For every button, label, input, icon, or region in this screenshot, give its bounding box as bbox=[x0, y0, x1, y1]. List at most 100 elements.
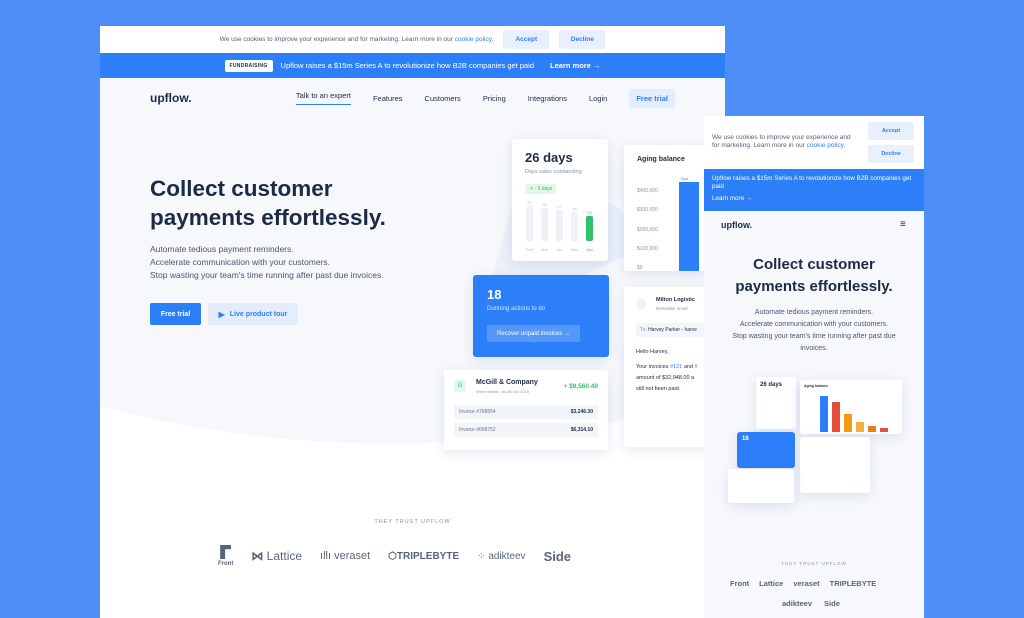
hero-title: Collect customer payments effortlessly. bbox=[150, 176, 386, 230]
veraset-logo: veraset bbox=[793, 579, 820, 588]
dso-change-badge: ↗ - 9 days bbox=[525, 184, 557, 194]
lattice-logo: ⋈ Lattice bbox=[251, 549, 303, 563]
mobile-dso-card: 26 days bbox=[756, 377, 796, 429]
mobile-payment-card bbox=[728, 469, 794, 503]
mobile-aging-card: Aging balance bbox=[800, 380, 902, 434]
mobile-screenshot: We use cookies to improve your experienc… bbox=[704, 116, 924, 618]
triplebyte-logo: ⬡TRIPLEBYTE bbox=[388, 550, 460, 562]
veraset-logo: ıllı veraset bbox=[320, 550, 371, 562]
dso-bar-value: 22 bbox=[587, 210, 592, 215]
aging-due-bar bbox=[679, 182, 699, 271]
trust-section bbox=[100, 456, 725, 618]
mobile-trust-title: THEY TRUST UPFLOW bbox=[781, 561, 847, 566]
dso-bar bbox=[526, 205, 533, 241]
aging-title: Aging balance bbox=[637, 156, 685, 163]
mobile-upflow-logo[interactable]: upflow. bbox=[721, 220, 752, 230]
nav-features[interactable]: Features bbox=[373, 94, 403, 103]
triplebyte-logo: TRIPLEBYTE bbox=[829, 579, 877, 588]
invoice-row: Invoice #768554 $3,246.30 bbox=[454, 405, 598, 419]
hamburger-menu-icon[interactable]: ≡ bbox=[900, 219, 906, 230]
cookie-policy-link[interactable]: cookie policy. bbox=[455, 36, 494, 43]
side-logo: Side bbox=[824, 599, 840, 608]
aging-axis: $400,000 $300,000 $200,000 $100,000 $0 bbox=[637, 188, 658, 272]
recover-invoices-button[interactable]: Recover unpaid invoices → bbox=[487, 325, 580, 342]
cookie-bar: We use cookies to improve your experienc… bbox=[100, 26, 725, 53]
dso-bar bbox=[586, 215, 593, 241]
dso-month-label: May bbox=[571, 247, 579, 252]
dunning-actions-card: 18 Dunning actions to do Recover unpaid … bbox=[473, 275, 609, 357]
nav-free-trial-button[interactable]: Free trial bbox=[629, 88, 675, 108]
fundraising-tag: FUNDRAISING bbox=[224, 59, 273, 72]
adikteev-logo: ⁘ adikteev bbox=[477, 550, 526, 562]
mobile-cookie-policy-link[interactable]: cookie policy. bbox=[807, 142, 846, 149]
dso-bar bbox=[541, 207, 548, 241]
mobile-cookie-bar: We use cookies to improve your experienc… bbox=[704, 116, 859, 169]
veraset-logo-mark: ıllı bbox=[320, 550, 332, 562]
dso-bar-value: 29 bbox=[542, 202, 547, 207]
dso-month-label: Jun bbox=[586, 247, 592, 252]
adikteev-logo: adikteev bbox=[782, 599, 813, 608]
dso-bar-chart: 31 Feb 29 Mar 27 Apr 25 May 22 Jun bbox=[526, 200, 593, 252]
invoice-row: Invoice #698752 $6,314.10 bbox=[454, 423, 598, 437]
dso-month-label: Apr bbox=[556, 247, 563, 252]
trust-title: THEY TRUST UPFLOW bbox=[374, 519, 451, 525]
mobile-actions-card: 18 bbox=[737, 432, 795, 468]
aging-bar-label: Due bbox=[681, 176, 689, 181]
mobile-aging-bar bbox=[820, 396, 828, 432]
mobile-announcement-banner: Upflow raises a $15m Series A to revolut… bbox=[704, 169, 924, 211]
dso-bar-value: 31 bbox=[527, 200, 532, 205]
dso-month-label: Feb bbox=[526, 247, 534, 252]
mobile-email-card bbox=[800, 437, 870, 493]
banner-text: Upflow raises a $15m Series A to revolut… bbox=[280, 61, 535, 70]
dso-bar-value: 27 bbox=[557, 204, 562, 209]
payment-meta: Wire transfer, Jul 28 Oct 2019 bbox=[476, 389, 529, 394]
mobile-logos-row1: Front Lattice veraset TRIPLEBYTE bbox=[730, 579, 876, 588]
decline-button[interactable]: Decline bbox=[559, 30, 606, 49]
dso-card: 26 days Days sales outstanding ↗ - 9 day… bbox=[512, 139, 608, 261]
lattice-logo: Lattice bbox=[759, 579, 784, 588]
nav-talk-to-expert[interactable]: Talk to an expert bbox=[295, 91, 351, 105]
payment-card: G McGill & Company Wire transfer, Jul 28… bbox=[444, 370, 608, 450]
dso-label: Days sales outstanding bbox=[525, 169, 582, 175]
actions-count: 18 bbox=[487, 287, 502, 302]
dso-bar bbox=[556, 210, 563, 241]
mobile-decline-button[interactable]: Decline bbox=[868, 145, 914, 163]
payment-icon: G bbox=[454, 380, 466, 392]
front-logo: Front bbox=[218, 545, 233, 567]
nav-pricing[interactable]: Pricing bbox=[483, 94, 506, 103]
lattice-logo-mark: ⋈ bbox=[251, 549, 264, 563]
front-logo: Front bbox=[730, 579, 750, 588]
mobile-aging-bar bbox=[844, 414, 852, 432]
mobile-logos-row2: adikteev Side bbox=[782, 599, 840, 608]
dso-month-label: Mar bbox=[541, 247, 549, 252]
customer-logos: Front ⋈ Lattice ıllı veraset ⬡TRIPLEBYTE… bbox=[218, 545, 571, 567]
mobile-learn-more-link[interactable]: Learn more → bbox=[712, 195, 916, 203]
hero-subtitle: Automate tedious payment reminders. Acce… bbox=[150, 244, 384, 280]
upflow-logo[interactable]: upflow. bbox=[150, 91, 192, 105]
payment-amount: + $9,560.40 bbox=[563, 383, 598, 390]
mobile-aging-bar bbox=[832, 402, 840, 432]
desktop-screenshot: We use cookies to improve your experienc… bbox=[100, 26, 725, 618]
live-product-tour-button[interactable]: ▶ Live product tour bbox=[208, 303, 298, 325]
accept-button[interactable]: Accept bbox=[503, 30, 550, 49]
free-trial-button[interactable]: Free trial bbox=[150, 303, 201, 325]
learn-more-link[interactable]: Learn more → bbox=[550, 61, 600, 70]
nav-login[interactable]: Login bbox=[589, 94, 607, 103]
triplebyte-logo-mark: ⬡ bbox=[388, 550, 397, 562]
mobile-hero-subtitle: Automate tedious payment reminders. Acce… bbox=[732, 309, 896, 352]
email-body: Hello Harvey, Your invoices #121 and # a… bbox=[636, 349, 698, 392]
mobile-accept-button[interactable]: Accept bbox=[868, 122, 914, 140]
announcement-banner: FUNDRAISING Upflow raises a $15m Series … bbox=[100, 53, 725, 78]
nav-integrations[interactable]: Integrations bbox=[528, 94, 567, 103]
adikteev-logo-mark: ⁘ bbox=[477, 550, 486, 562]
actions-label: Dunning actions to do bbox=[487, 306, 546, 312]
cookie-text: We use cookies to improve your experienc… bbox=[219, 36, 453, 43]
dso-value: 26 days bbox=[525, 150, 573, 165]
dso-bar bbox=[571, 212, 578, 241]
side-logo: Side bbox=[543, 548, 572, 564]
mobile-aging-bar bbox=[868, 426, 876, 432]
play-icon: ▶ bbox=[218, 309, 225, 319]
email-meta: Reminder email bbox=[656, 306, 688, 311]
nav-customers[interactable]: Customers bbox=[425, 94, 461, 103]
mobile-aging-bar bbox=[880, 428, 888, 432]
